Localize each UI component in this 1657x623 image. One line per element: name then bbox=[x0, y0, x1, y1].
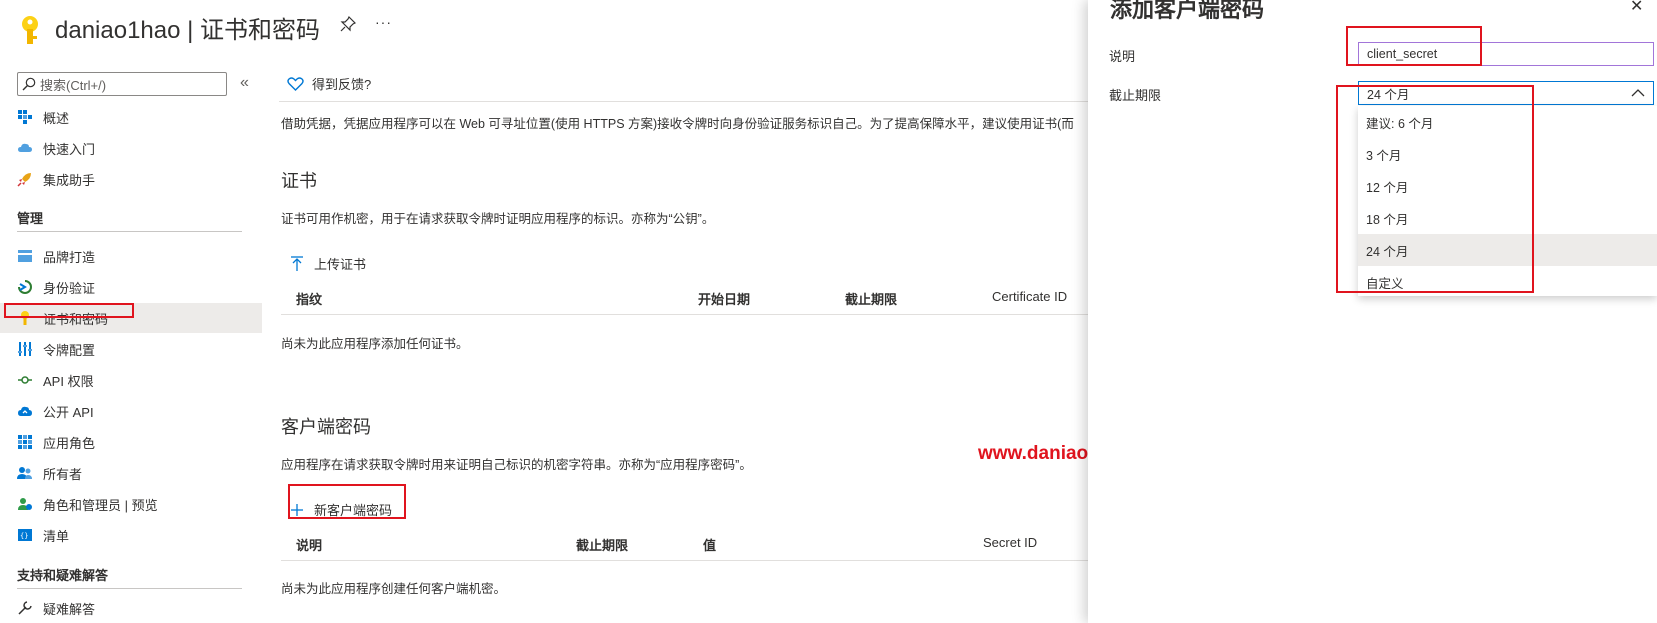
sidebar-item-label: 快速入门 bbox=[43, 141, 96, 157]
search-placeholder: 搜索(Ctrl+/) bbox=[40, 77, 107, 93]
sidebar-item-label: 清单 bbox=[43, 528, 70, 544]
sidebar-item-owners[interactable]: 所有者 bbox=[0, 458, 262, 488]
branding-icon bbox=[18, 250, 32, 262]
certificates-description: 证书可用作机密，用于在请求获取令牌时证明应用程序的标识。亦称为“公钥”。 bbox=[281, 212, 715, 226]
page-title: daniao1hao | 证书和密码 bbox=[55, 17, 321, 44]
sidebar-item-quickstart[interactable]: 快速入门 bbox=[0, 133, 262, 163]
sidebar-item-branding[interactable]: 品牌打造 bbox=[0, 241, 262, 271]
upload-certificate-label: 上传证书 bbox=[314, 257, 367, 272]
sidebar-item-label: 公开 API bbox=[43, 404, 94, 420]
close-icon[interactable]: ✕ bbox=[1630, 0, 1643, 16]
annotation-box-new-secret bbox=[288, 484, 406, 519]
column-header-expiry[interactable]: 截止期限 bbox=[845, 289, 897, 308]
sidebar-item-label: 疑难解答 bbox=[43, 601, 96, 617]
heart-icon bbox=[287, 76, 304, 91]
sidebar-item-label: 令牌配置 bbox=[43, 342, 96, 358]
sidebar-item-authentication[interactable]: 身份验证 bbox=[0, 272, 262, 302]
sidebar-item-label: 集成助手 bbox=[43, 172, 96, 188]
upload-arrow-icon bbox=[291, 255, 303, 271]
feedback-link[interactable]: 得到反馈? bbox=[287, 74, 371, 93]
expose-api-cloud-icon bbox=[18, 406, 32, 416]
rocket-icon bbox=[17, 173, 31, 187]
sidebar-item-overview[interactable]: 概述 bbox=[0, 102, 262, 132]
app-key-icon bbox=[22, 16, 38, 44]
app-roles-icon bbox=[18, 435, 32, 449]
sidebar-item-expose-api[interactable]: 公开 API bbox=[0, 396, 262, 426]
client-secrets-empty-text: 尚未为此应用程序创建任何客户端机密。 bbox=[281, 582, 507, 596]
certificates-heading: 证书 bbox=[281, 171, 317, 191]
section-heading-support: 支持和疑难解答 bbox=[17, 568, 109, 583]
quickstart-cloud-icon bbox=[18, 143, 32, 152]
sidebar-item-app-roles[interactable]: 应用角色 bbox=[0, 427, 262, 457]
column-header-start-date[interactable]: 开始日期 bbox=[698, 289, 750, 308]
annotation-box-sidebar bbox=[4, 303, 134, 318]
intro-text: 借助凭据，凭据应用程序可以在 Web 可寻址位置(使用 HTTPS 方案)接收令… bbox=[281, 117, 1074, 131]
sidebar-item-integration[interactable]: 集成助手 bbox=[0, 164, 262, 194]
toolbar-divider bbox=[279, 101, 1099, 102]
search-icon bbox=[22, 77, 36, 91]
column-header-expiry[interactable]: 截止期限 bbox=[576, 535, 628, 554]
column-header-value[interactable]: 值 bbox=[703, 535, 716, 554]
sidebar-item-label: 应用角色 bbox=[43, 435, 96, 451]
section-heading-manage: 管理 bbox=[17, 211, 44, 226]
more-options-icon[interactable]: ··· bbox=[375, 14, 392, 30]
sidebar-item-token-config[interactable]: 令牌配置 bbox=[0, 334, 262, 364]
token-config-icon bbox=[18, 342, 32, 356]
sidebar-item-label: 品牌打造 bbox=[43, 249, 96, 265]
feedback-label: 得到反馈? bbox=[312, 77, 372, 92]
upload-certificate-button[interactable]: 上传证书 bbox=[290, 254, 366, 273]
authentication-icon bbox=[18, 280, 32, 294]
client-secrets-heading: 客户端密码 bbox=[281, 417, 371, 437]
collapse-sidebar-icon[interactable]: « bbox=[240, 74, 249, 92]
sidebar-item-label: 概述 bbox=[43, 110, 70, 126]
sidebar-item-roles-admins[interactable]: 角色和管理员 | 预览 bbox=[0, 489, 262, 519]
column-header-description[interactable]: 说明 bbox=[296, 535, 322, 554]
pin-icon[interactable] bbox=[340, 16, 356, 32]
table-divider bbox=[281, 314, 1088, 315]
column-header-certificate-id[interactable]: Certificate ID bbox=[992, 289, 1067, 304]
sidebar-item-manifest[interactable]: {} 清单 bbox=[0, 520, 262, 550]
roles-admins-icon bbox=[18, 498, 32, 510]
sidebar-item-api-permissions[interactable]: API 权限 bbox=[0, 365, 262, 395]
sidebar-item-label: 身份验证 bbox=[43, 280, 96, 296]
column-header-thumbprint[interactable]: 指纹 bbox=[296, 289, 322, 308]
client-secrets-description: 应用程序在请求获取令牌时用来证明自己标识的机密字符串。亦称为“应用程序密码”。 bbox=[281, 458, 752, 472]
wrench-icon bbox=[18, 601, 32, 615]
sidebar-item-troubleshooting[interactable]: 疑难解答 bbox=[0, 593, 262, 623]
certificates-empty-text: 尚未为此应用程序添加任何证书。 bbox=[281, 337, 469, 351]
sidebar-divider bbox=[17, 588, 242, 589]
description-label: 说明 bbox=[1109, 49, 1136, 64]
sidebar-divider bbox=[17, 231, 242, 232]
annotation-box-expiry bbox=[1336, 85, 1534, 293]
sidebar-item-label: 角色和管理员 | 预览 bbox=[43, 497, 158, 513]
svg-text:{}: {} bbox=[20, 532, 28, 540]
panel-title: 添加客户端密码 bbox=[1110, 0, 1265, 22]
sidebar-search-input[interactable]: 搜索(Ctrl+/) bbox=[17, 72, 227, 96]
column-header-secret-id[interactable]: Secret ID bbox=[983, 535, 1037, 550]
overview-icon bbox=[18, 110, 32, 124]
sidebar-item-label: API 权限 bbox=[43, 373, 94, 389]
owners-icon bbox=[17, 467, 32, 479]
api-permissions-icon bbox=[18, 376, 32, 384]
sidebar-item-label: 所有者 bbox=[43, 466, 83, 482]
table-divider bbox=[281, 560, 1088, 561]
annotation-box-description bbox=[1346, 26, 1482, 66]
manifest-icon: {} bbox=[18, 529, 32, 541]
chevron-up-icon bbox=[1631, 89, 1645, 97]
expiry-label: 截止期限 bbox=[1109, 88, 1162, 103]
